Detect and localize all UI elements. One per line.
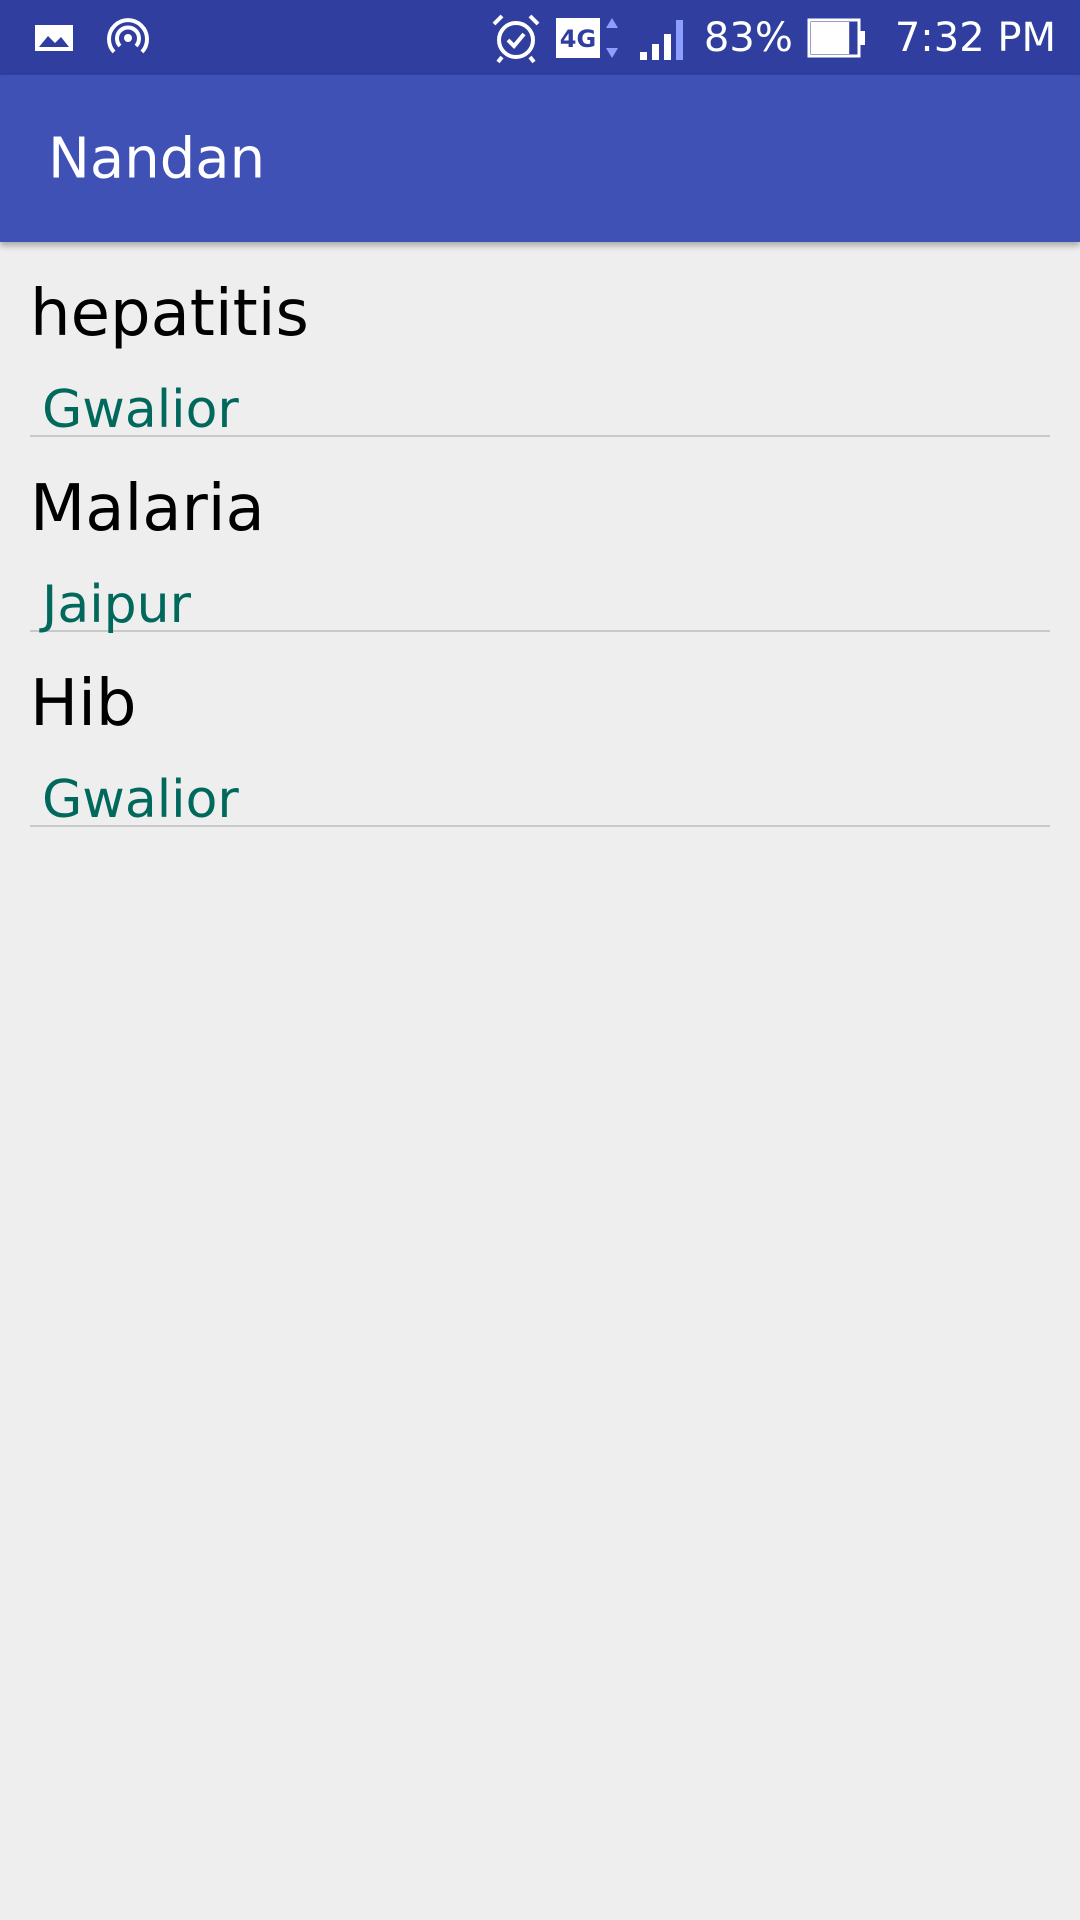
- app-bar: Nandan: [0, 75, 1080, 242]
- network-4g-icon: 4G: [555, 14, 624, 62]
- list-item[interactable]: Malaria Jaipur: [30, 437, 1050, 632]
- item-title: hepatitis: [30, 277, 309, 351]
- alarm-icon: [490, 12, 542, 64]
- status-bar-right: 4G 83% 7:32 PM: [490, 10, 1056, 66]
- app-title: Nandan: [48, 126, 266, 191]
- item-subtitle: Gwalior: [42, 380, 239, 440]
- record-list: hepatitis Gwalior Malaria Jaipur Hib Gwa…: [30, 242, 1050, 827]
- battery-icon: [807, 16, 867, 60]
- item-title: Hib: [30, 667, 137, 741]
- item-subtitle: Jaipur: [42, 575, 191, 635]
- clock: 7:32 PM: [894, 15, 1056, 61]
- hotspot-icon: [106, 16, 150, 60]
- svg-text:4G: 4G: [560, 25, 596, 53]
- list-item[interactable]: hepatitis Gwalior: [30, 242, 1050, 437]
- item-title: Malaria: [30, 472, 265, 546]
- signal-icon: [638, 14, 690, 62]
- list-item[interactable]: Hib Gwalior: [30, 632, 1050, 827]
- gallery-icon: [34, 22, 74, 54]
- battery-percent: 83%: [703, 15, 793, 61]
- status-bar: 4G 83% 7:32 PM: [0, 0, 1080, 75]
- status-bar-left: [34, 14, 150, 62]
- item-subtitle: Gwalior: [42, 770, 239, 830]
